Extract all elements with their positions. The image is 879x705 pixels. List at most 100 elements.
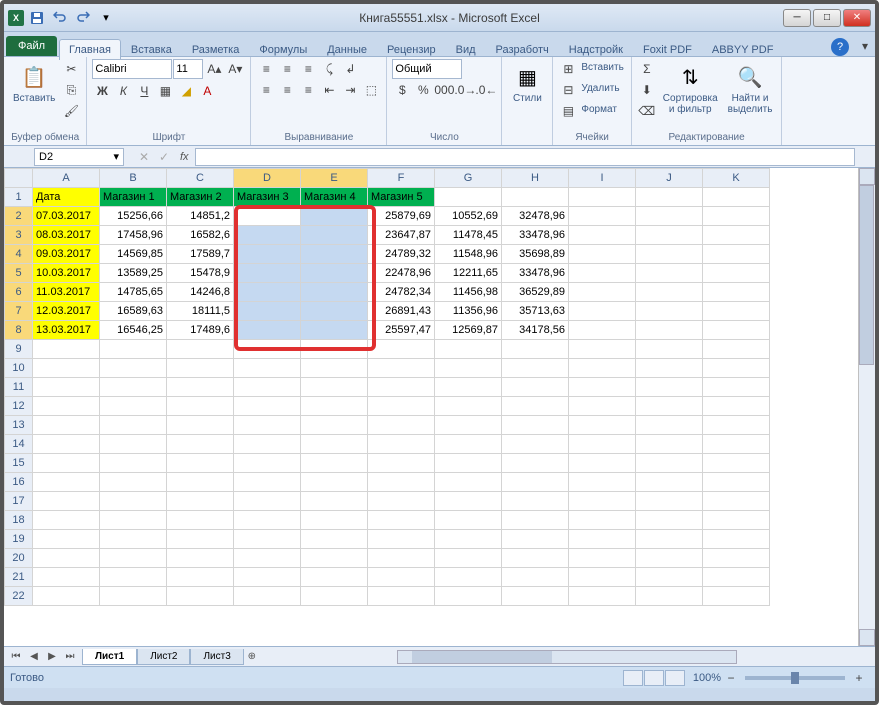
cell-D20[interactable] (234, 549, 301, 568)
row-header-19[interactable]: 19 (5, 530, 33, 549)
cell-C3[interactable]: 16582,6 (167, 226, 234, 245)
cell-I15[interactable] (569, 454, 636, 473)
cell-J13[interactable] (636, 416, 703, 435)
cell-K15[interactable] (703, 454, 770, 473)
cell-F10[interactable] (368, 359, 435, 378)
cell-A21[interactable] (33, 568, 100, 587)
align-bottom-button[interactable]: ≡ (298, 59, 318, 79)
cell-E6[interactable] (301, 283, 368, 302)
col-header-E[interactable]: E (301, 169, 368, 188)
cell-B15[interactable] (100, 454, 167, 473)
cell[interactable] (569, 283, 636, 302)
cell-E19[interactable] (301, 530, 368, 549)
sheet-nav-last[interactable]: ⏭ (62, 650, 78, 664)
cell-D16[interactable] (234, 473, 301, 492)
cell-F8[interactable]: 25597,47 (368, 321, 435, 340)
cell-G2[interactable]: 10552,69 (435, 207, 502, 226)
cell-E7[interactable] (301, 302, 368, 321)
cell-I9[interactable] (569, 340, 636, 359)
row-header-12[interactable]: 12 (5, 397, 33, 416)
cell-K22[interactable] (703, 587, 770, 606)
cell-A15[interactable] (33, 454, 100, 473)
cell-F5[interactable]: 22478,96 (368, 264, 435, 283)
cell-D6[interactable] (234, 283, 301, 302)
cell-I14[interactable] (569, 435, 636, 454)
cell-F14[interactable] (368, 435, 435, 454)
row-header-8[interactable]: 8 (5, 321, 33, 340)
increase-decimal-button[interactable]: .0→ (455, 80, 475, 100)
cell-B14[interactable] (100, 435, 167, 454)
row-header-14[interactable]: 14 (5, 435, 33, 454)
minimize-button[interactable]: ─ (783, 9, 811, 27)
cell-K10[interactable] (703, 359, 770, 378)
cell-E17[interactable] (301, 492, 368, 511)
cell-C6[interactable]: 14246,8 (167, 283, 234, 302)
cell-A19[interactable] (33, 530, 100, 549)
decrease-decimal-button[interactable]: .0← (476, 80, 496, 100)
cell-F2[interactable]: 25879,69 (368, 207, 435, 226)
currency-button[interactable]: $ (392, 80, 412, 100)
cell[interactable] (636, 207, 703, 226)
autosum-button[interactable]: Σ (637, 59, 657, 79)
cell-F19[interactable] (368, 530, 435, 549)
cell-A1[interactable]: Дата (33, 188, 100, 207)
save-button[interactable] (27, 8, 47, 28)
sheet-tab-Лист2[interactable]: Лист2 (137, 649, 190, 665)
col-header-A[interactable]: A (33, 169, 100, 188)
paste-button[interactable]: 📋 Вставить (9, 59, 59, 106)
cell-A13[interactable] (33, 416, 100, 435)
cell-H4[interactable]: 35698,89 (502, 245, 569, 264)
row-header-9[interactable]: 9 (5, 340, 33, 359)
cell-E20[interactable] (301, 549, 368, 568)
align-center-button[interactable]: ≡ (277, 80, 297, 100)
col-header-F[interactable]: F (368, 169, 435, 188)
cell-C21[interactable] (167, 568, 234, 587)
cell[interactable] (569, 302, 636, 321)
cell-J20[interactable] (636, 549, 703, 568)
cell-K11[interactable] (703, 378, 770, 397)
select-all-corner[interactable] (5, 169, 33, 188)
maximize-button[interactable]: □ (813, 9, 841, 27)
cell-K16[interactable] (703, 473, 770, 492)
cell-K19[interactable] (703, 530, 770, 549)
cell-F12[interactable] (368, 397, 435, 416)
cell-F22[interactable] (368, 587, 435, 606)
col-header-D[interactable]: D (234, 169, 301, 188)
cut-button[interactable]: ✂ (61, 59, 81, 79)
cell-K9[interactable] (703, 340, 770, 359)
horizontal-scrollbar[interactable] (397, 650, 737, 664)
cell[interactable] (703, 283, 770, 302)
cell[interactable] (703, 245, 770, 264)
sheet-nav-first[interactable]: ⏮ (8, 650, 24, 664)
cell-B19[interactable] (100, 530, 167, 549)
close-button[interactable]: ✕ (843, 9, 871, 27)
cell-D2[interactable] (234, 207, 301, 226)
cell-F11[interactable] (368, 378, 435, 397)
cell-G20[interactable] (435, 549, 502, 568)
cell-A14[interactable] (33, 435, 100, 454)
col-header-I[interactable]: I (569, 169, 636, 188)
cell-B7[interactable]: 16589,63 (100, 302, 167, 321)
fill-color-button[interactable]: ◢ (176, 81, 196, 101)
cell-G7[interactable]: 11356,96 (435, 302, 502, 321)
increase-indent-button[interactable]: ⇥ (340, 80, 360, 100)
formula-input[interactable] (195, 148, 855, 166)
cell-H8[interactable]: 34178,56 (502, 321, 569, 340)
undo-button[interactable] (50, 8, 70, 28)
cell-B20[interactable] (100, 549, 167, 568)
col-header-J[interactable]: J (636, 169, 703, 188)
cell[interactable] (703, 321, 770, 340)
cell-K14[interactable] (703, 435, 770, 454)
cell-E15[interactable] (301, 454, 368, 473)
cell-D22[interactable] (234, 587, 301, 606)
cell[interactable] (569, 188, 636, 207)
clear-button[interactable]: ⌫ (637, 101, 657, 121)
cell-A6[interactable]: 11.03.2017 (33, 283, 100, 302)
page-break-view-button[interactable] (665, 670, 685, 686)
cell-C8[interactable]: 17489,6 (167, 321, 234, 340)
cell-E12[interactable] (301, 397, 368, 416)
cell-J15[interactable] (636, 454, 703, 473)
cell-I16[interactable] (569, 473, 636, 492)
cell-I17[interactable] (569, 492, 636, 511)
cell-G13[interactable] (435, 416, 502, 435)
